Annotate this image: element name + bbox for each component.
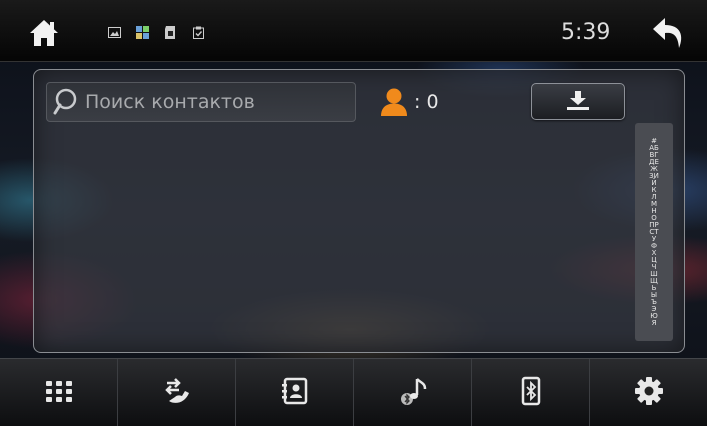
search-input[interactable] [83, 83, 355, 121]
nav-settings[interactable] [590, 359, 707, 426]
download-icon [565, 89, 591, 115]
dots-grid-icon [43, 375, 75, 411]
nav-call-log[interactable] [118, 359, 236, 426]
status-bar: 5:39 [0, 0, 707, 62]
contact-count: : 0 [380, 86, 439, 118]
alphabet-index[interactable]: #АБВГДЕЖЗИЙКЛМНОПРСТУФХЦЧШЩЬЫЪЭЮЯ [635, 123, 673, 341]
contacts-panel: : 0 #АБВГДЕЖЗИЙКЛМНОПРСТУФХЦЧШЩЬЫЪЭЮЯ [33, 69, 685, 353]
gear-icon [633, 375, 665, 411]
call-log-icon [161, 375, 193, 411]
back-arrow-icon[interactable] [651, 16, 687, 50]
nav-bluetooth-music[interactable] [354, 359, 472, 426]
home-icon[interactable] [28, 18, 60, 48]
alphabet-index-letters[interactable]: #АБВГДЕЖЗИЙКЛМНОПРСТУФХЦЧШЩЬЫЪЭЮЯ [649, 137, 659, 327]
bottom-nav [0, 358, 707, 426]
gallery-icon [108, 24, 121, 38]
sd-card-icon [164, 24, 177, 39]
nav-contacts[interactable] [236, 359, 354, 426]
download-contacts-button[interactable] [531, 83, 625, 120]
contact-count-label: : 0 [414, 91, 439, 113]
search-icon [53, 87, 83, 117]
nav-menu[interactable] [0, 359, 118, 426]
nav-bluetooth-phone[interactable] [472, 359, 590, 426]
bluetooth-phone-icon [515, 375, 547, 411]
clock: 5:39 [561, 20, 611, 45]
bluetooth-music-icon [397, 375, 429, 411]
contacts-book-icon [279, 375, 311, 411]
clipboard-icon [192, 24, 205, 39]
status-icons [108, 24, 205, 39]
apps-grid-icon [136, 24, 149, 39]
person-icon [380, 87, 408, 117]
search-box[interactable] [46, 82, 356, 122]
